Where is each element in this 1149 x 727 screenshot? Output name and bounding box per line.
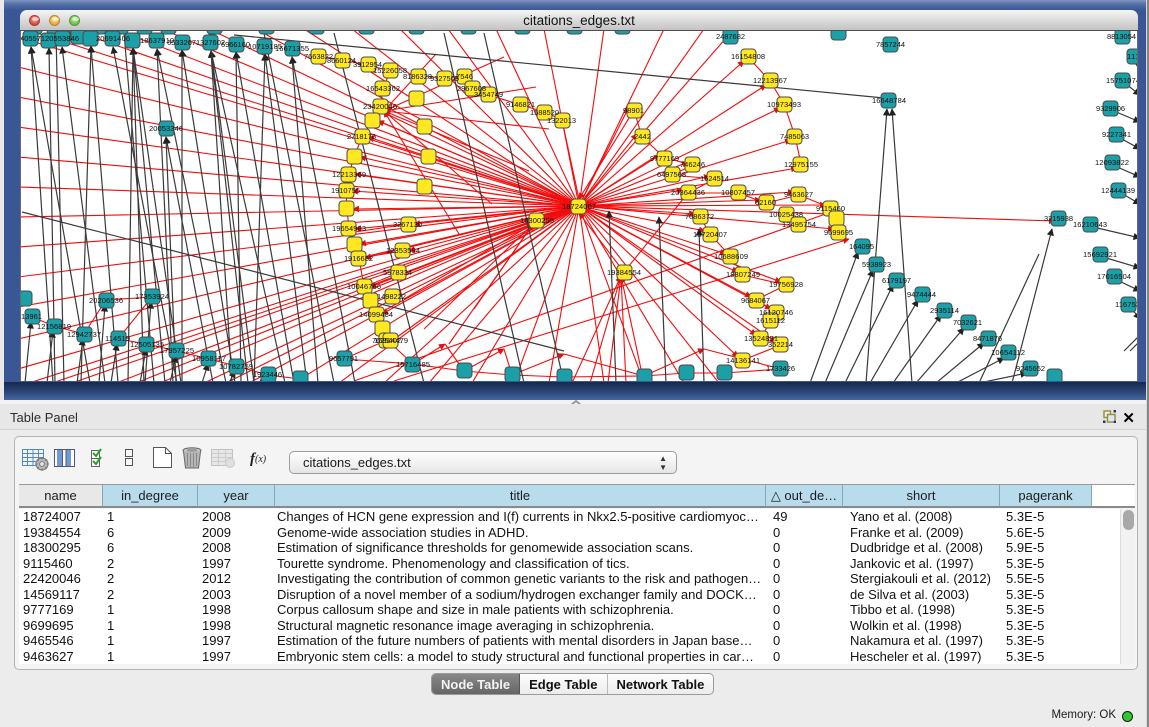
svg-text:15914479: 15914479 xyxy=(374,336,408,345)
svg-text:1498222: 1498222 xyxy=(377,292,406,301)
svg-text:1910755: 1910755 xyxy=(331,186,360,195)
svg-text:8813054: 8813054 xyxy=(1107,32,1136,41)
svg-text:1112: 1112 xyxy=(1127,52,1138,61)
svg-text:1923446: 1923446 xyxy=(253,370,282,379)
svg-text:20206536: 20206536 xyxy=(89,296,123,305)
svg-text:6966160: 6966160 xyxy=(221,40,250,49)
svg-text:116753: 116753 xyxy=(1115,300,1138,309)
svg-text:9777169: 9777169 xyxy=(650,154,679,163)
svg-text:15751074: 15751074 xyxy=(1106,76,1138,85)
svg-text:12444139: 12444139 xyxy=(1101,186,1135,195)
svg-text:9657791: 9657791 xyxy=(329,354,358,363)
svg-text:12505135: 12505135 xyxy=(130,340,164,349)
svg-text:9329906: 9329906 xyxy=(1096,104,1125,113)
svg-text:9115460: 9115460 xyxy=(816,204,845,213)
svg-text:2935114: 2935114 xyxy=(930,306,959,315)
svg-text:13961: 13961 xyxy=(21,312,42,321)
svg-text:15692921: 15692921 xyxy=(1083,250,1117,259)
svg-text:19654983: 19654983 xyxy=(332,224,366,233)
svg-text:164095: 164095 xyxy=(849,242,874,251)
svg-text:20364436: 20364436 xyxy=(671,188,705,197)
svg-text:20553846: 20553846 xyxy=(45,34,79,43)
svg-text:12942737: 12942737 xyxy=(67,330,101,339)
svg-text:6533267: 6533267 xyxy=(167,38,196,47)
svg-text:7032621: 7032621 xyxy=(953,318,982,327)
svg-text:1322013: 1322013 xyxy=(547,116,576,125)
svg-text:1916682: 1916682 xyxy=(344,254,373,263)
svg-text:9699695: 9699695 xyxy=(824,228,853,237)
svg-text:10688609: 10688609 xyxy=(714,252,748,261)
svg-text:3267130: 3267130 xyxy=(393,220,422,229)
svg-text:9327505: 9327505 xyxy=(430,74,459,83)
svg-text:7546: 7546 xyxy=(456,72,473,81)
svg-text:2718176: 2718176 xyxy=(347,132,376,141)
svg-text:9245652: 9245652 xyxy=(1016,364,1045,373)
svg-text:20053346: 20053346 xyxy=(149,124,183,133)
svg-text:14099484: 14099484 xyxy=(359,310,393,319)
svg-text:7086372: 7086372 xyxy=(685,212,714,221)
svg-text:10807457: 10807457 xyxy=(721,188,755,197)
svg-text:12353594: 12353594 xyxy=(386,246,420,255)
svg-text:10654112: 10654112 xyxy=(991,348,1025,357)
svg-text:98901: 98901 xyxy=(623,106,644,115)
svg-text:9684067: 9684067 xyxy=(741,296,770,305)
svg-text:5578334: 5578334 xyxy=(383,268,412,277)
svg-text:6497568: 6497568 xyxy=(657,170,686,179)
svg-text:7485063: 7485063 xyxy=(780,132,809,141)
svg-text:746246: 746246 xyxy=(680,160,705,169)
svg-text:5938923: 5938923 xyxy=(862,260,891,269)
svg-text:12093822: 12093822 xyxy=(1095,158,1129,167)
svg-text:20691406: 20691406 xyxy=(96,34,130,43)
svg-text:7857244: 7857244 xyxy=(876,40,905,49)
svg-text:62160: 62160 xyxy=(755,198,776,207)
svg-text:12213967: 12213967 xyxy=(753,76,787,85)
svg-text:16210643: 16210643 xyxy=(1073,220,1107,229)
svg-text:1405571: 1405571 xyxy=(21,34,45,43)
svg-text:2487682: 2487682 xyxy=(716,32,745,41)
svg-text:10973493: 10973493 xyxy=(767,100,801,109)
svg-text:10025438: 10025438 xyxy=(769,210,803,219)
svg-text:1615112: 1615112 xyxy=(756,316,785,325)
svg-text:9227341: 9227341 xyxy=(1102,130,1131,139)
svg-text:2442: 2442 xyxy=(634,132,651,141)
svg-text:12156819: 12156819 xyxy=(37,322,71,331)
svg-text:15226058: 15226058 xyxy=(373,66,407,75)
svg-text:8471876: 8471876 xyxy=(973,334,1002,343)
svg-text:15720407: 15720407 xyxy=(693,230,727,239)
svg-text:8186328: 8186328 xyxy=(403,72,432,81)
svg-text:12213369: 12213369 xyxy=(332,170,366,179)
svg-text:13495754: 13495754 xyxy=(782,220,816,229)
svg-text:18300295: 18300295 xyxy=(520,216,554,225)
svg-text:3454749: 3454749 xyxy=(474,90,503,99)
svg-text:10782759: 10782759 xyxy=(219,362,253,371)
svg-text:6179197: 6179197 xyxy=(882,276,911,285)
svg-text:(x): (x) xyxy=(255,454,267,465)
svg-text:17957225: 17957225 xyxy=(160,346,194,355)
svg-text:17016504: 17016504 xyxy=(1097,272,1131,281)
svg-text:9463627: 9463627 xyxy=(784,190,813,199)
svg-text:16648784: 16648784 xyxy=(872,96,906,105)
svg-text:114519: 114519 xyxy=(105,334,130,343)
svg-text:3215938: 3215938 xyxy=(1044,214,1073,223)
svg-text:1733426: 1733426 xyxy=(766,364,795,373)
svg-text:18724007: 18724007 xyxy=(562,202,596,211)
svg-text:18807249: 18807249 xyxy=(726,270,760,279)
svg-text:9474444: 9474444 xyxy=(907,290,936,299)
svg-text:19756928: 19756928 xyxy=(769,280,803,289)
svg-text:15716485: 15716485 xyxy=(396,360,430,369)
svg-text:17353924: 17353924 xyxy=(135,292,169,301)
svg-text:1624514: 1624514 xyxy=(700,174,729,183)
svg-text:23420046: 23420046 xyxy=(363,102,397,111)
svg-text:14136141: 14136141 xyxy=(726,356,760,365)
svg-text:352214: 352214 xyxy=(768,340,793,349)
svg-text:12975155: 12975155 xyxy=(784,160,818,169)
svg-text:19384554: 19384554 xyxy=(607,268,641,277)
svg-text:8660124: 8660124 xyxy=(327,56,356,65)
svg-text:10046766: 10046766 xyxy=(347,282,381,291)
svg-text:16543362: 16543362 xyxy=(366,84,400,93)
svg-text:16154808: 16154808 xyxy=(731,52,765,61)
